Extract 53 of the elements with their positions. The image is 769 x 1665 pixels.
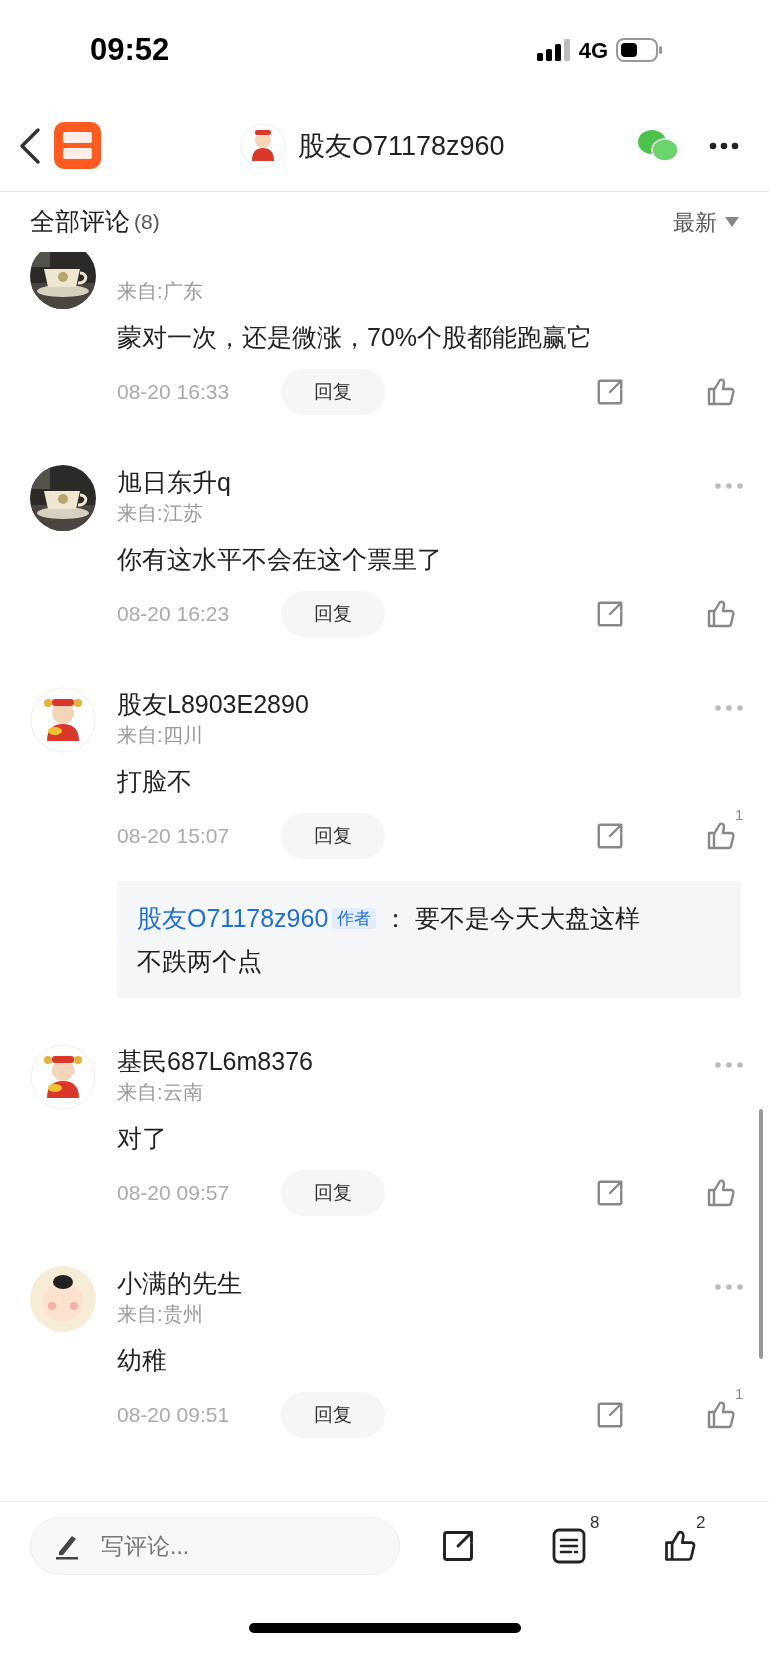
like-count: 1 <box>735 805 744 825</box>
back-icon[interactable] <box>18 126 42 165</box>
comment-field[interactable]: 写评论... <box>30 1517 400 1575</box>
more-icon[interactable] <box>709 141 739 150</box>
comment-count: (8) <box>134 209 160 236</box>
author-badge: 作者 <box>332 908 377 929</box>
location-label: 来自:江苏 <box>117 501 204 526</box>
location-label: 来自:四川 <box>117 723 204 748</box>
comments-icon[interactable] <box>552 1528 586 1564</box>
app-logo-icon[interactable] <box>54 122 101 169</box>
location-label: 来自:广东 <box>117 279 204 304</box>
sort-dropdown[interactable]: 最新 <box>673 205 739 239</box>
share-icon[interactable] <box>440 1528 476 1564</box>
author-link[interactable]: 股友O71178z960 <box>137 904 329 932</box>
reply-button[interactable]: 回复 <box>281 591 385 637</box>
comment-text: 幼稚 <box>117 1345 168 1376</box>
chat-bubbles-icon[interactable] <box>637 127 679 164</box>
signal-icon <box>536 39 571 61</box>
battery-icon <box>616 38 664 62</box>
avatar <box>30 687 96 753</box>
comment-time: 08-20 09:51 <box>117 1402 231 1429</box>
reply-button[interactable]: 回复 <box>281 813 385 859</box>
comment-time: 08-20 16:23 <box>117 601 231 628</box>
like-count: 1 <box>735 1384 744 1404</box>
location-label: 来自:贵州 <box>117 1302 204 1327</box>
like-icon[interactable] <box>662 1528 698 1564</box>
location-label: 来自:云南 <box>117 1080 204 1105</box>
comment-time: 08-20 09:57 <box>117 1180 231 1207</box>
reply-button[interactable]: 回复 <box>281 369 385 415</box>
home-indicator[interactable] <box>248 1622 521 1633</box>
section-title: 全部评论 <box>30 206 130 238</box>
like-count-label: 2 <box>696 1512 706 1534</box>
comment-text: 你有这水平不会在这个票里了 <box>117 544 443 575</box>
comment-text: 蒙对一次，还是微涨，70%个股都能跑赢它 <box>117 322 594 353</box>
page-title: 股友O71178z960 <box>298 129 505 163</box>
network-type: 4G <box>578 36 608 65</box>
avatar <box>30 1044 96 1110</box>
comment-text: 打脸不 <box>117 766 193 797</box>
user-avatar <box>240 123 286 169</box>
comment-count-label: 8 <box>590 1512 600 1534</box>
reply-button[interactable]: 回复 <box>281 1170 385 1216</box>
reply-button[interactable]: 回复 <box>281 1392 385 1438</box>
user-name[interactable]: 旭日东升q <box>117 465 739 499</box>
avatar <box>30 1266 96 1332</box>
comment-text: 对了 <box>117 1123 168 1154</box>
user-name[interactable]: 股友L8903E2890 <box>117 687 739 721</box>
comment-input[interactable]: 写评论... <box>101 1528 375 1564</box>
user-name[interactable]: 基民687L6m8376 <box>117 1044 739 1078</box>
user-name[interactable]: 小满的先生 <box>117 1266 739 1300</box>
caret-icon <box>725 217 739 227</box>
comment-time: 08-20 16:33 <box>117 379 231 406</box>
clock-time: 09:52 <box>90 30 170 69</box>
comment-time: 08-20 15:07 <box>117 823 231 850</box>
